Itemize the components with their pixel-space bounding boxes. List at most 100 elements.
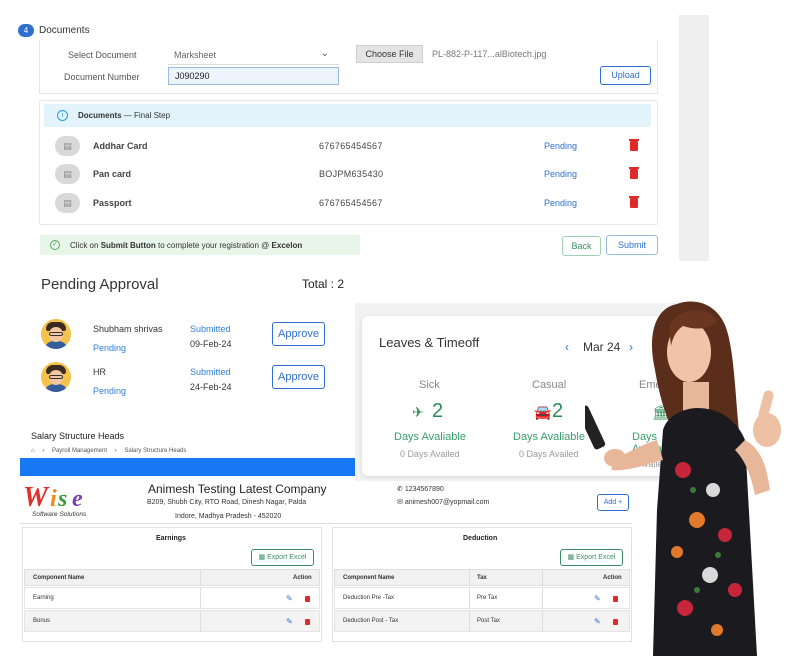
svg-text:i: i <box>50 486 57 512</box>
approval-status: Submitted <box>190 324 231 334</box>
list-item: ▤ Addhar Card 676765454567 Pending <box>55 136 655 158</box>
company-name: Animesh Testing Latest Company <box>148 482 327 496</box>
woman-with-phone-image <box>577 290 800 656</box>
approver-name: HR <box>93 367 106 377</box>
component-name: Earning <box>33 595 54 601</box>
back-button[interactable]: Back <box>562 236 601 256</box>
submit-note: ✓ Click on Submit Button to complete you… <box>40 235 360 255</box>
breadcrumb-item[interactable]: Payroll Management <box>52 448 107 454</box>
earnings-title: Earnings <box>156 535 186 542</box>
approve-button[interactable]: Approve <box>272 365 325 389</box>
edit-icon[interactable]: ✎ <box>286 594 293 603</box>
delete-icon[interactable] <box>305 596 310 602</box>
svg-text:W: W <box>23 482 50 513</box>
leave-days-count: 2 <box>552 400 564 422</box>
check-circle-icon: ✓ <box>50 240 60 250</box>
approval-date: 09-Feb-24 <box>190 339 232 349</box>
leave-type-name: Casual <box>532 379 567 391</box>
company-email: ✉ animesh007@yopmail.com <box>397 499 490 506</box>
svg-text:s: s <box>57 486 67 512</box>
leave-type-name: Sick <box>419 379 440 391</box>
approval-status: Submitted <box>190 367 231 377</box>
chevron-down-icon: ⌄ <box>320 48 329 59</box>
document-icon: ▤ <box>55 193 80 213</box>
company-logo: W i s e Software Solutions <box>22 480 102 520</box>
document-number-label: Document Number <box>64 72 140 82</box>
document-number: 676765454567 <box>319 141 383 151</box>
breadcrumb-current: Salary Structure Heads <box>124 448 187 454</box>
approval-state: Pending <box>93 343 127 353</box>
note-mid: to complete your registration @ <box>155 241 272 250</box>
excel-icon: ▦ <box>567 554 577 561</box>
document-number-input[interactable]: J090290 <box>168 67 339 85</box>
note-brand: Excelon <box>271 241 303 250</box>
table-row: Earning ✎ <box>24 587 320 609</box>
deduction-title: Deduction <box>463 535 498 542</box>
select-document-label: Select Document <box>68 50 137 60</box>
approve-button[interactable]: Approve <box>272 322 325 346</box>
header-bar <box>20 458 355 476</box>
export-excel-button[interactable]: ▦ Export Excel <box>251 549 314 566</box>
delete-icon[interactable] <box>629 196 639 208</box>
table-header: Component Name Action <box>24 569 320 586</box>
home-icon[interactable]: ⌂ <box>31 448 35 454</box>
document-number: BOJPM635430 <box>319 169 384 179</box>
document-name: Addhar Card <box>93 141 148 151</box>
document-number: 676765454567 <box>319 198 383 208</box>
component-name: Bonus <box>33 618 51 624</box>
list-item: ▤ Pan card BOJPM635430 Pending <box>55 164 655 186</box>
document-icon: ▤ <box>55 136 80 156</box>
document-name: Pan card <box>93 169 132 179</box>
column-header: Component Name <box>343 574 395 581</box>
avatar <box>41 319 71 349</box>
step-title: Documents <box>39 25 90 36</box>
delete-icon[interactable] <box>305 619 310 625</box>
page-title: Salary Structure Heads <box>31 431 125 441</box>
breadcrumb: ⌂ › Payroll Management › Salary Structur… <box>31 448 187 454</box>
chevron-left-icon[interactable]: ‹ <box>565 340 569 354</box>
note-prefix: Click on <box>70 241 101 250</box>
company-address-line-2: Indore, Madhya Pradesh - 452020 <box>175 513 282 520</box>
document-select[interactable]: Marksheet ⌄ <box>168 45 339 65</box>
tax-type: Post Tax <box>477 618 500 624</box>
pending-total: Total : 2 <box>302 277 345 291</box>
document-select-value: Marksheet <box>174 50 217 60</box>
car-icon: 🚘 <box>534 404 552 420</box>
column-header: Action <box>293 574 312 581</box>
final-step-text: — Final Step <box>121 111 171 120</box>
document-form-card <box>39 40 658 94</box>
component-name: Deduction Post - Tax <box>343 618 399 624</box>
svg-text:Software Solutions: Software Solutions <box>32 511 87 518</box>
plane-icon: ✈ <box>412 404 424 420</box>
choose-file-button[interactable]: Choose File <box>356 45 423 63</box>
upload-button[interactable]: Upload <box>600 66 651 85</box>
avatar <box>41 362 71 392</box>
delete-icon[interactable] <box>629 139 639 151</box>
note-bold: Submit Button <box>100 241 156 250</box>
submit-button[interactable]: Submit <box>606 235 658 255</box>
approver-name: Shubham shrivas <box>93 324 163 334</box>
document-name: Passport <box>93 198 132 208</box>
file-name: PL-882-P-117...alBiotech.jpg <box>432 49 547 59</box>
document-icon: ▤ <box>55 164 80 184</box>
info-icon: i <box>57 110 68 121</box>
tax-type: Pre Tax <box>477 595 498 601</box>
leaves-title: Leaves & Timeoff <box>379 335 480 350</box>
excel-icon: ▦ <box>258 554 268 561</box>
list-item: ▤ Passport 676765454567 Pending <box>55 193 655 215</box>
edit-icon[interactable]: ✎ <box>286 617 293 626</box>
column-header: Component Name <box>33 574 85 581</box>
delete-icon[interactable] <box>629 167 639 179</box>
background-panel <box>679 15 709 261</box>
leave-availed: 0 Days Availed <box>519 449 579 459</box>
mail-icon: ✉ <box>397 499 405 506</box>
column-header: Tax <box>477 574 487 581</box>
component-name: Deduction Pre -Tax <box>343 595 395 601</box>
document-status: Pending <box>544 169 578 179</box>
table-row: Bonus ✎ <box>24 610 320 632</box>
final-step-banner: i Documents — Final Step <box>44 104 651 127</box>
svg-text:e: e <box>72 486 83 512</box>
document-status: Pending <box>544 198 578 208</box>
step-badge: 4 <box>18 24 34 37</box>
leave-days-label: Days Avaliable <box>394 431 466 443</box>
